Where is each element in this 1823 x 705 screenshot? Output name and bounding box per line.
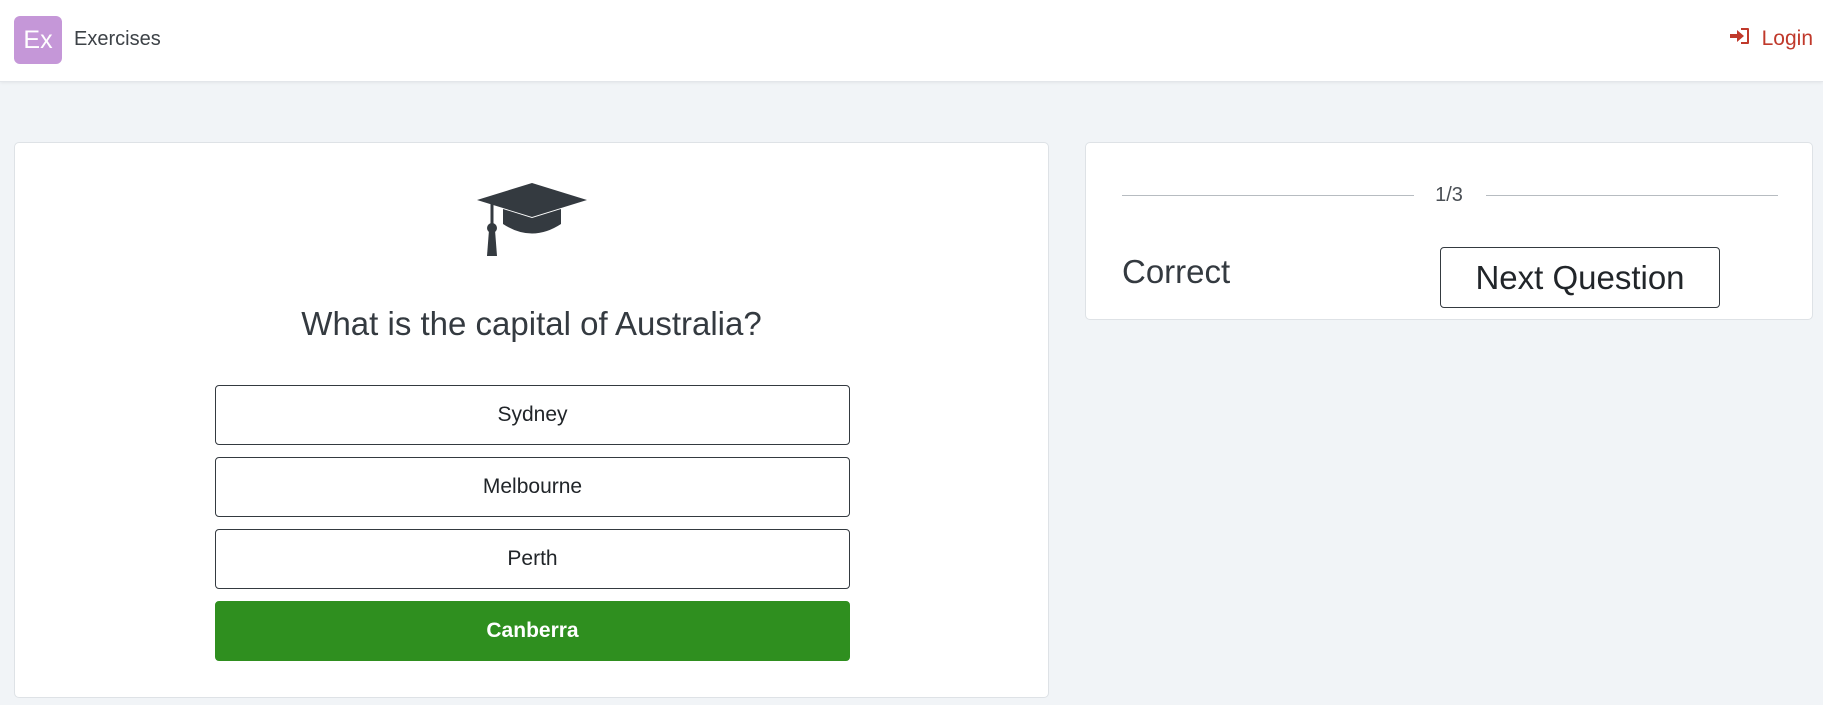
status-card: 1/3 Correct Next Question [1085, 142, 1813, 320]
result-text: Correct [1122, 253, 1231, 290]
next-question-button[interactable]: Next Question [1440, 247, 1720, 308]
question-card: What is the capital of Australia? Sydney… [14, 142, 1049, 698]
answer-option-canberra[interactable]: Canberra [215, 601, 850, 661]
divider-right [1486, 195, 1778, 196]
login-link[interactable]: Login [1729, 27, 1813, 51]
graduation-cap-icon [477, 183, 587, 258]
top-navbar: Ex Exercises Login [0, 0, 1823, 82]
brand-name[interactable]: Exercises [74, 28, 161, 51]
answer-option-sydney[interactable]: Sydney [215, 385, 850, 445]
question-text: What is the capital of Australia? [301, 305, 762, 342]
answer-option-melbourne[interactable]: Melbourne [215, 457, 850, 517]
sign-in-icon [1729, 27, 1750, 51]
answer-option-perth[interactable]: Perth [215, 529, 850, 589]
login-label: Login [1761, 27, 1813, 50]
brand-logo[interactable]: Ex [14, 16, 62, 64]
